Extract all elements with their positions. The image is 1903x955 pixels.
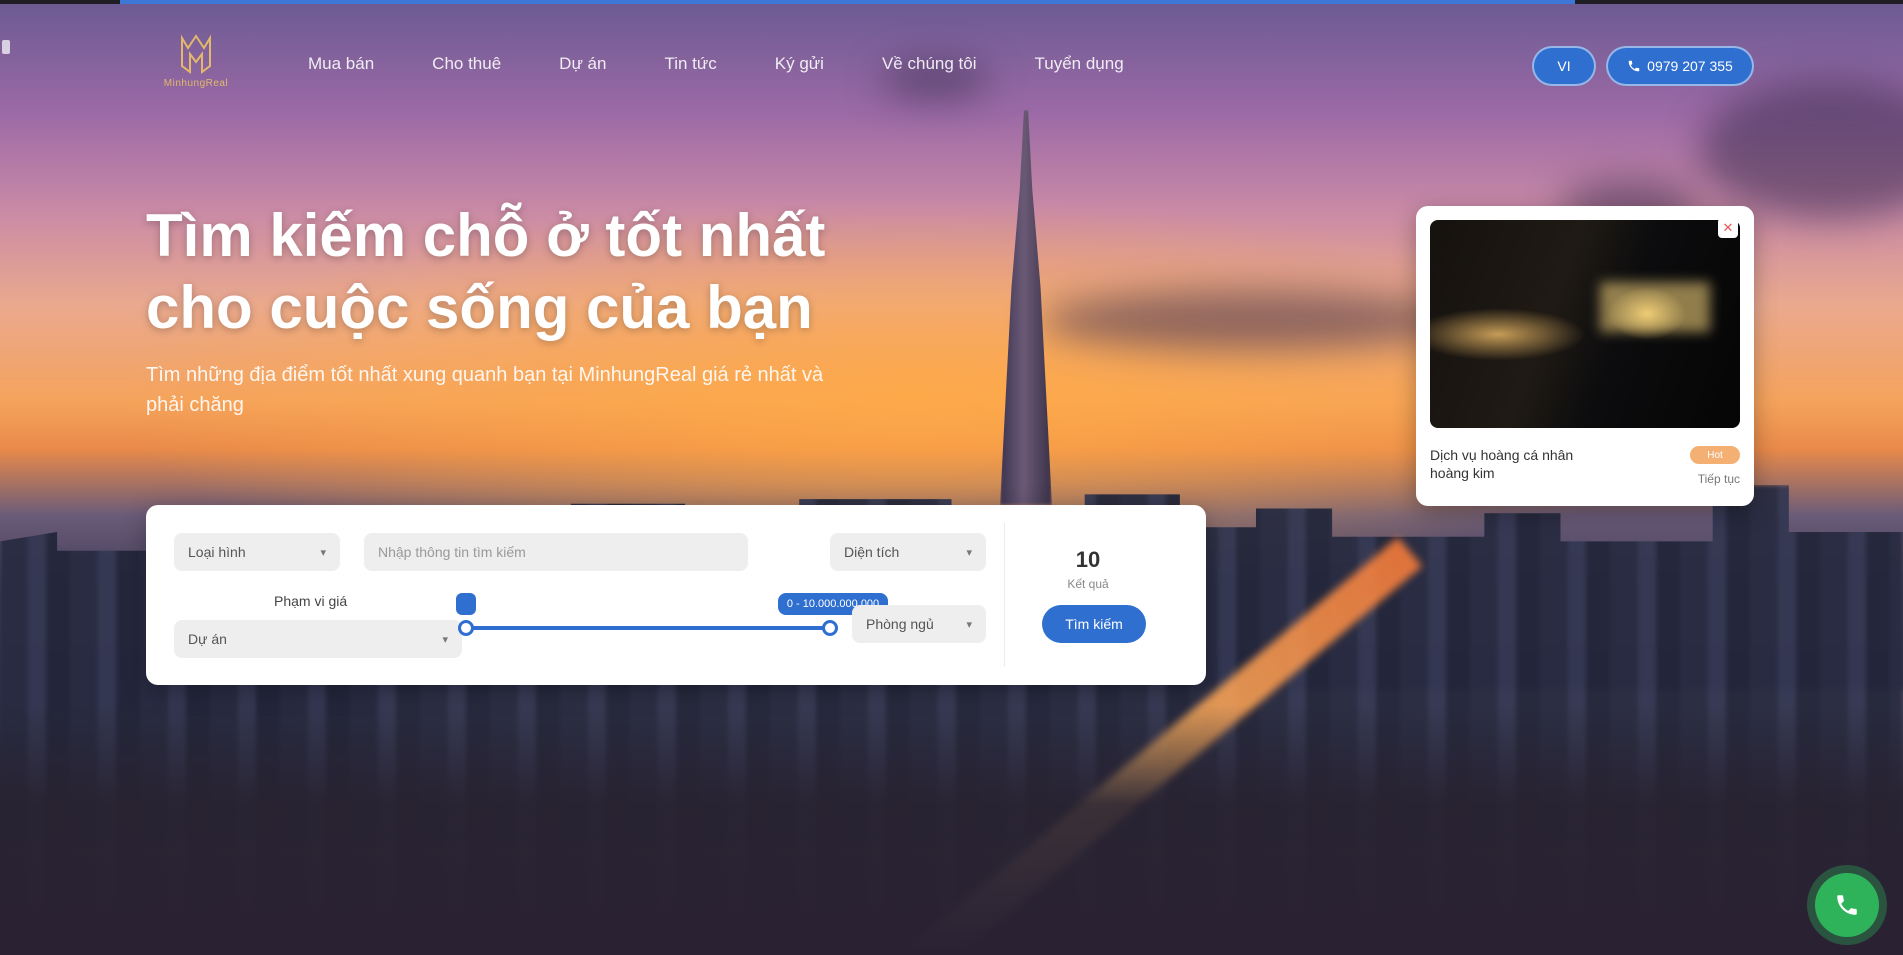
area-select[interactable]: Diện tích ▾ [830,533,986,571]
property-type-label: Loại hình [188,544,246,560]
promo-image [1430,220,1740,428]
nav-item-about[interactable]: Về chúng tôi [882,54,977,74]
main-nav: Mua bán Cho thuê Dự án Tin tức Ký gửi Về… [308,54,1182,74]
area-label: Diện tích [844,544,900,560]
bedrooms-label: Phòng ngủ [866,616,934,632]
phone-icon [1628,60,1640,72]
nav-item-rent[interactable]: Cho thuê [432,54,501,74]
site-logo[interactable]: MinhungReal [148,32,244,89]
nav-item-news[interactable]: Tin tức [664,54,716,74]
promo-card[interactable]: ✕ Dịch vụ hoàng cá nhân hoàng kim Hot Ti… [1416,206,1754,506]
property-type-select[interactable]: Loại hình ▾ [174,533,340,571]
chevron-down-icon: ▾ [320,546,326,559]
promo-title: Dịch vụ hoàng cá nhân hoàng kim [1430,447,1574,481]
phone-icon [1837,895,1857,915]
result-count-label: Kết quả [1067,577,1109,591]
hero-title: Tìm kiếm chỗ ở tốt nhất cho cuộc sống củ… [146,200,846,344]
close-icon[interactable]: ✕ [1718,218,1738,238]
cloud-decoration [1700,80,1903,220]
result-count: 10 [1075,547,1101,572]
chevron-down-icon: ▾ [442,633,448,646]
chevron-down-icon: ▾ [966,546,972,559]
search-button[interactable]: Tìm kiếm [1042,605,1146,643]
nav-item-consign[interactable]: Ký gửi [775,54,824,74]
foreground-city [0,705,1903,955]
phone-button[interactable]: 0979 207 355 [1606,46,1754,86]
nav-item-careers[interactable]: Tuyển dụng [1034,54,1123,74]
hero-title-line-1: Tìm kiếm chỗ ở tốt nhất [146,202,826,269]
nav-item-buy-sell[interactable]: Mua bán [308,54,374,74]
price-slider-min-handle[interactable] [458,620,474,636]
landmark-tower [1000,110,1052,505]
promo-image-glow [1600,282,1710,332]
project-select[interactable]: Dự án ▾ [174,620,462,658]
nav-item-projects[interactable]: Dự án [559,54,606,74]
price-range-label: Phạm vi giá [274,593,348,609]
price-range-slider[interactable] [466,626,830,630]
chevron-down-icon: ▾ [966,618,972,631]
hero-title-line-2: cho cuộc sống của bạn [146,274,813,341]
price-slider-max-handle[interactable] [822,620,838,636]
edge-handle [2,40,10,54]
keyword-input[interactable]: Nhập thông tin tìm kiếm [364,533,748,571]
logo-icon [181,34,211,74]
top-progress-bar [0,0,1903,4]
promo-badge: Hot [1690,446,1740,464]
panel-divider [1004,523,1005,667]
price-min-tooltip [456,593,476,615]
hero-subtitle: Tìm những địa điểm tốt nhất xung quanh b… [146,364,824,416]
bedrooms-select[interactable]: Phòng ngủ ▾ [852,605,986,643]
language-button[interactable]: VI [1532,46,1596,86]
phone-number: 0979 207 355 [1647,58,1733,74]
search-panel: Loại hình ▾ Nhập thông tin tìm kiếm Diện… [146,505,1206,685]
project-label: Dự án [188,631,227,647]
logo-text: MinhungReal [163,78,229,89]
top-progress-fill [120,0,1575,4]
cloud-decoration [1040,290,1460,350]
call-fab-button[interactable] [1815,873,1879,937]
promo-link[interactable]: Tiếp tục [1662,472,1740,486]
